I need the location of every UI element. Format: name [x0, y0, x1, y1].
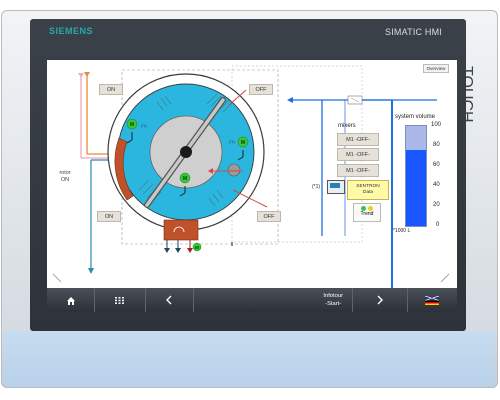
motor-icon: M: [192, 242, 233, 252]
mixer-button[interactable]: M1 -OFF-: [337, 133, 379, 146]
off-button-top[interactable]: OFF: [249, 84, 273, 95]
svg-text:M: M: [130, 122, 134, 128]
brand-logo: SIEMENS: [49, 26, 94, 36]
volume-title: system volume: [395, 114, 436, 120]
volume-unit: *1000 L: [393, 228, 411, 234]
previous-icon: [166, 295, 172, 305]
volume-tick: 100: [431, 122, 442, 128]
home-icon: [66, 296, 75, 305]
overview-button[interactable]: Overview: [423, 64, 449, 73]
mixer-button[interactable]: M1 -OFF-: [337, 164, 379, 177]
infotour-label: Infotour: [323, 293, 344, 299]
off-button-bottom[interactable]: OFF: [257, 211, 281, 222]
next-icon: [377, 295, 384, 305]
trend-button[interactable]: Trend: [353, 203, 381, 222]
volume-tick: 60: [433, 162, 440, 168]
on-button-bottom[interactable]: ON: [97, 211, 121, 222]
trend-label: Trend: [360, 211, 374, 217]
rotor-status: rotor ON: [53, 170, 77, 184]
on-button-top[interactable]: ON: [99, 84, 123, 95]
svg-text:(*1): (*1): [229, 140, 235, 144]
drive-unit: [163, 219, 199, 241]
device-base: [3, 330, 495, 387]
sentron-ref: (*1): [312, 184, 321, 190]
home-button[interactable]: [47, 288, 96, 312]
taskbar: Infotour -Start-: [47, 288, 457, 312]
sentron-line2: Data: [362, 190, 374, 195]
rotor-center: [180, 146, 192, 158]
sentron-device-icon: [327, 180, 345, 194]
volume-tank: [405, 125, 427, 227]
volume-tick: 80: [433, 142, 440, 148]
mixer-button[interactable]: M1 -OFF-: [337, 148, 379, 161]
svg-text:TOUCH: TOUCH: [458, 66, 474, 123]
infotour-sublabel: -Start-: [325, 301, 342, 307]
rotor-label: rotor: [59, 170, 71, 176]
svg-text:M: M: [183, 176, 187, 182]
previous-button[interactable]: [146, 288, 194, 312]
volume-tick: 20: [433, 202, 440, 208]
sentron-data-button[interactable]: SENTRON Data: [347, 180, 389, 200]
volume-level-fill: [406, 150, 426, 226]
volume-ticks: 100 80 60 40 20 0: [431, 122, 451, 232]
svg-text:M: M: [195, 245, 199, 250]
hmi-device: SIEMENS SIMATIC HMI TOUCH M (*1) M (*1) …: [0, 0, 500, 400]
keypad-button[interactable]: [95, 288, 146, 312]
volume-tick: 0: [436, 222, 440, 228]
language-button[interactable]: [408, 288, 457, 312]
infotour-start-button[interactable]: Infotour -Start-: [194, 288, 354, 312]
volume-tick: 40: [433, 182, 440, 188]
svg-text:M: M: [241, 140, 245, 146]
svg-text:(*1): (*1): [141, 124, 147, 128]
product-name: SIMATIC HMI: [385, 27, 443, 37]
language-flag-icon: [425, 295, 440, 305]
mixers-title: mixers: [338, 123, 356, 129]
rotor-state: ON: [60, 177, 70, 183]
hmi-screen: M (*1) M (*1) M M Overview ON OFF ON OFF…: [47, 60, 457, 288]
next-button[interactable]: [353, 288, 408, 312]
keypad-icon: [115, 296, 125, 304]
